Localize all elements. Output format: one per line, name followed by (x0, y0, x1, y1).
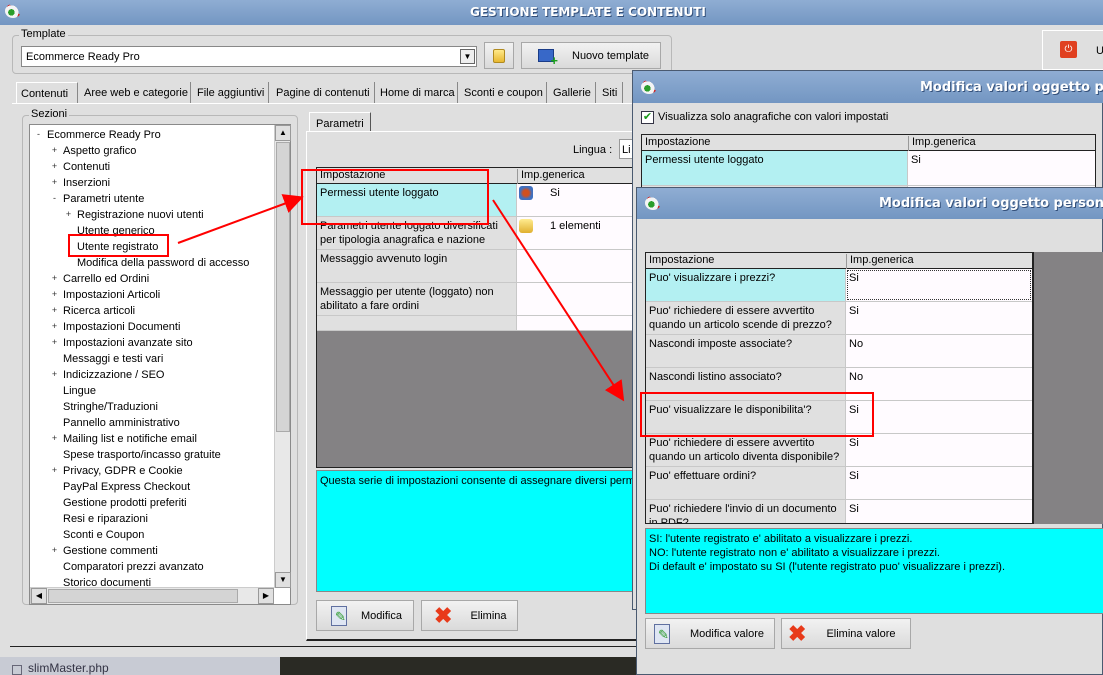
annotation-overlay (68, 169, 874, 437)
annotation-arrow-2 (492, 199, 625, 402)
annotation-box-params (301, 169, 489, 225)
annotation-box-dialog (640, 392, 874, 437)
annotation-arrow-1 (177, 194, 304, 244)
annotation-box-tree (68, 234, 169, 257)
